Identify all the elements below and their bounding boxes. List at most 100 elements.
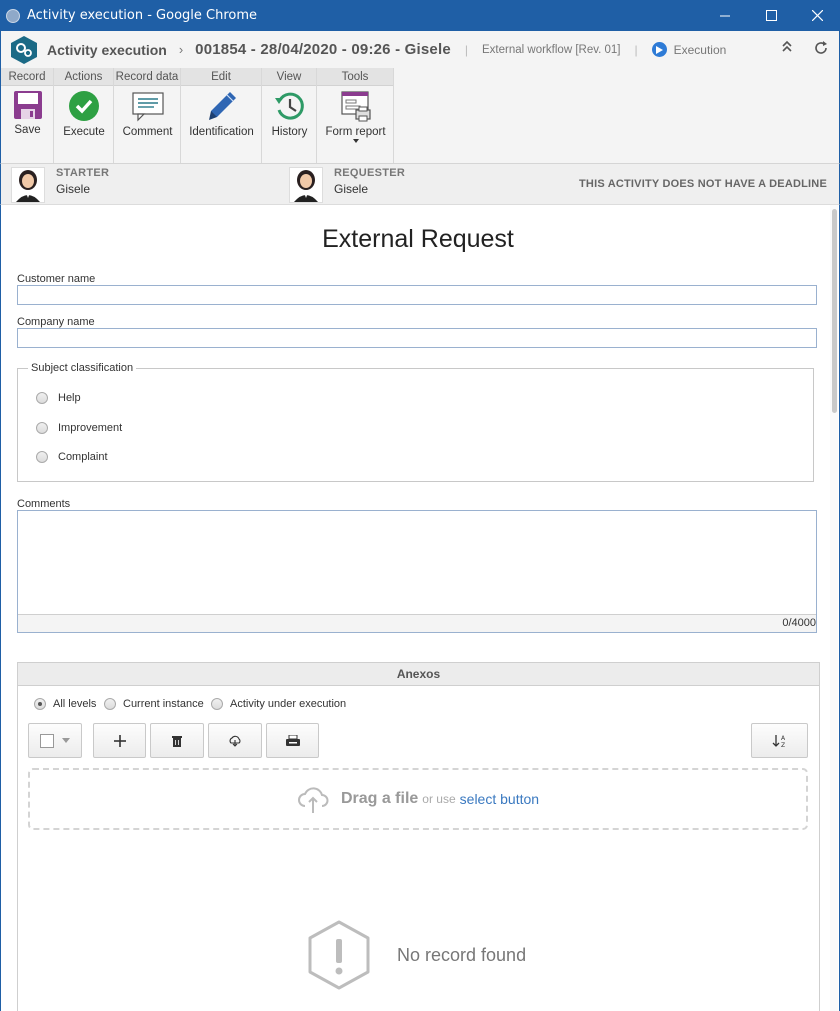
maximize-button[interactable] (748, 0, 794, 31)
svg-text:Z: Z (781, 742, 785, 748)
select-all-checkbox[interactable] (40, 733, 54, 748)
ribbon-group-title: Tools (317, 68, 393, 86)
company-name-input[interactable] (17, 328, 817, 348)
starter-info: STARTER Gisele (11, 167, 109, 203)
form-report-button[interactable]: Form report (317, 90, 394, 147)
divider: | (464, 42, 469, 57)
refresh-icon[interactable] (813, 40, 829, 56)
warning-hexagon-icon (308, 920, 370, 990)
radio-button[interactable] (36, 392, 48, 404)
workflow-label: External workflow [Rev. 01] (482, 43, 621, 56)
toolbar-ribbon: Record Save Actions Execute Record data (0, 68, 840, 164)
level-label: Current instance (123, 698, 204, 710)
comments-counter: 0/4000 (18, 614, 816, 632)
drop-or-text: or use (422, 792, 456, 806)
ribbon-group-actions: Actions Execute (54, 68, 114, 163)
download-attachment-button[interactable] (208, 723, 262, 758)
radio-button[interactable] (104, 698, 116, 710)
subject-classification-legend: Subject classification (28, 362, 137, 374)
form-report-label: Form report (325, 126, 386, 138)
radio-button[interactable] (211, 698, 223, 710)
drop-text: Drag a file (340, 790, 419, 807)
level-all-levels[interactable]: All levels (34, 698, 96, 710)
requester-avatar (289, 167, 323, 203)
add-attachment-button[interactable] (93, 723, 146, 758)
ribbon-group-title: Record (1, 68, 53, 86)
close-icon (811, 10, 823, 21)
ribbon-group-title: View (262, 68, 316, 86)
subject-option-label: Complaint (58, 451, 108, 463)
empty-state-text: No record found (397, 944, 527, 965)
requester-info: REQUESTER Gisele (289, 167, 405, 203)
minimize-button[interactable] (702, 0, 748, 31)
ribbon-group-title: Actions (54, 68, 113, 86)
cloud-upload-icon (297, 787, 329, 813)
ribbon-group-record-data: Record data Comment (114, 68, 181, 163)
subject-option-improvement[interactable]: Improvement (36, 422, 122, 434)
radio-button[interactable] (34, 698, 46, 710)
header-actions (781, 40, 829, 56)
save-label: Save (14, 124, 41, 136)
maximize-icon (765, 10, 777, 21)
select-file-link[interactable]: select button (460, 791, 539, 807)
save-icon (13, 91, 42, 119)
starter-name: Gisele (56, 182, 91, 196)
history-icon (274, 92, 304, 120)
empty-state: No record found (306, 919, 526, 991)
attachments-title: Anexos (18, 663, 819, 686)
execution-status-label: Execution (673, 42, 727, 57)
check-icon (69, 91, 99, 121)
customer-name-label: Customer name (17, 273, 96, 285)
scan-attachment-button[interactable] (266, 723, 319, 758)
subject-option-complaint[interactable]: Complaint (36, 451, 108, 463)
close-window-button[interactable] (794, 0, 840, 31)
form-title: External Request (322, 225, 514, 253)
identification-button[interactable]: Identification (181, 90, 262, 138)
level-activity-under-execution[interactable]: Activity under execution (211, 698, 346, 710)
app-logo-icon (11, 35, 37, 64)
level-current-instance[interactable]: Current instance (104, 698, 204, 710)
svg-text:A: A (781, 735, 786, 742)
radio-button[interactable] (36, 451, 48, 463)
execute-button[interactable]: Execute (54, 90, 114, 138)
requester-label: REQUESTER (334, 167, 406, 179)
identification-label: Identification (189, 126, 254, 138)
collapse-icon[interactable] (781, 40, 793, 54)
ribbon-group-title: Edit (181, 68, 261, 86)
file-dropzone[interactable]: Drag a file or use select button (28, 768, 808, 830)
browser-title-bar: Activity execution - Google Chrome (0, 0, 840, 31)
activity-header: Activity execution › 001854 - 28/04/2020… (0, 31, 840, 68)
history-button[interactable]: History (262, 90, 317, 138)
dropdown-caret-icon (317, 139, 394, 143)
comment-button[interactable]: Comment (114, 90, 181, 138)
window-title: Activity execution - Google Chrome (27, 8, 258, 23)
avatar-icon (294, 170, 318, 202)
comment-icon (131, 92, 164, 122)
select-all-dropdown[interactable] (28, 723, 82, 758)
form-content: External Request Customer name Company n… (0, 205, 840, 1011)
ribbon-group-title: Record data (114, 68, 180, 86)
subject-option-label: Improvement (58, 422, 123, 434)
cloud-download-icon (229, 735, 241, 747)
ribbon-group-tools: Tools Form report (317, 68, 394, 163)
sort-button[interactable]: AZ (751, 723, 808, 758)
chrome-app-icon (6, 8, 20, 23)
delete-attachment-button[interactable] (150, 723, 204, 758)
history-label: History (271, 126, 308, 138)
deadline-notice: THIS ACTIVITY DOES NOT HAVE A DEADLINE (579, 178, 827, 190)
subject-classification-group: Subject classification Help Improvement … (17, 362, 814, 482)
divider: | (634, 42, 638, 57)
ribbon-group-record: Record Save (1, 68, 54, 163)
sort-az-icon: AZ (772, 734, 786, 748)
comments-textarea[interactable]: 0/4000 (17, 510, 817, 633)
app-name: Activity execution (47, 41, 167, 58)
save-button[interactable]: Save (1, 90, 54, 136)
subject-option-help[interactable]: Help (36, 392, 81, 404)
execution-status: Execution (651, 42, 727, 57)
execute-label: Execute (63, 126, 105, 138)
starter-avatar (11, 167, 45, 203)
participants-bar: STARTER Gisele REQUESTER Gisele THIS ACT… (0, 164, 840, 205)
radio-button[interactable] (36, 422, 48, 434)
customer-name-input[interactable] (17, 285, 817, 305)
avatar-icon (16, 170, 40, 202)
